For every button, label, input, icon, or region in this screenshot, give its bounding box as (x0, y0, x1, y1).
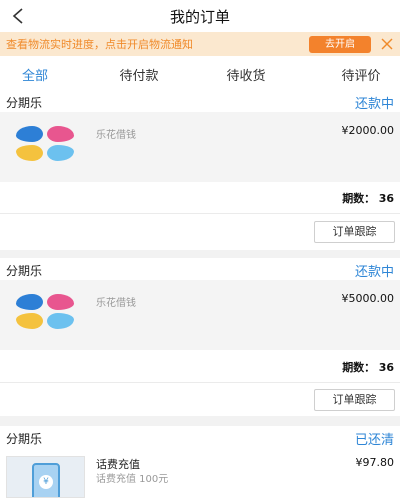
nav-bar: 我的订单 (0, 0, 400, 32)
shop-name: 分期乐 (6, 96, 43, 110)
shop-name: 分期乐 (6, 264, 43, 278)
divider (0, 382, 400, 383)
enable-notice-button[interactable]: 去开启 (309, 36, 371, 53)
order-item[interactable]: 乐花借钱 ¥5000.00 (0, 280, 400, 350)
order-header: 分期乐 还款中 (0, 90, 400, 112)
order-card[interactable]: 分期乐 还款中 乐花借钱 ¥2000.00 期数： 36 订单跟踪 (0, 90, 400, 250)
order-header: 分期乐 已还清 (0, 426, 400, 448)
order-track-button[interactable]: 订单跟踪 (314, 221, 395, 243)
divider (0, 213, 400, 214)
periods-value: 36 (378, 361, 394, 374)
order-header: 分期乐 还款中 (0, 258, 400, 280)
order-card[interactable]: 分期乐 已还清 ¥ 话费充值 话费充值 100元 ¥97.80 (0, 426, 400, 502)
page-title: 我的订单 (169, 8, 230, 26)
order-card[interactable]: 分期乐 还款中 乐花借钱 ¥5000.00 期数： 36 订单跟踪 (0, 258, 400, 416)
tab-pending-review[interactable]: 待评价 (326, 65, 396, 84)
order-status: 还款中 (354, 265, 394, 280)
order-price: ¥5000.00 (341, 292, 395, 305)
order-status: 已还清 (354, 433, 394, 448)
close-icon[interactable] (380, 37, 394, 51)
shop-name: 分期乐 (6, 432, 43, 446)
fenqile-logo-icon (14, 294, 76, 330)
tab-pending-payment[interactable]: 待付款 (104, 65, 174, 84)
periods-value: 36 (378, 192, 394, 205)
order-status: 还款中 (354, 97, 394, 112)
product-subtitle: 话费充值 100元 (96, 474, 169, 485)
order-tabs: 全部 待付款 待收货 待评价 (0, 56, 400, 94)
product-name: 乐花借钱 (96, 130, 136, 141)
order-item[interactable]: 乐花借钱 ¥2000.00 (0, 112, 400, 182)
order-track-button[interactable]: 订单跟踪 (314, 389, 395, 411)
notice-text: 查看物流实时进度，点击开启物流通知 (6, 38, 193, 51)
product-name: 乐花借钱 (96, 298, 136, 309)
tab-pending-receipt[interactable]: 待收货 (211, 65, 281, 84)
order-price: ¥97.80 (355, 456, 395, 469)
logistics-notice-bar: 查看物流实时进度，点击开启物流通知 去开启 (0, 32, 400, 56)
order-price: ¥2000.00 (341, 124, 395, 137)
periods: 期数： 36 (342, 190, 394, 206)
fenqile-logo-icon (14, 126, 76, 162)
phone-recharge-icon: ¥ (6, 456, 85, 498)
order-item[interactable]: ¥ 话费充值 话费充值 100元 ¥97.80 (0, 448, 400, 502)
periods: 期数： 36 (342, 359, 394, 375)
periods-label: 期数： (342, 192, 376, 205)
periods-label: 期数： (342, 361, 376, 374)
tab-all[interactable]: 全部 (0, 65, 70, 84)
